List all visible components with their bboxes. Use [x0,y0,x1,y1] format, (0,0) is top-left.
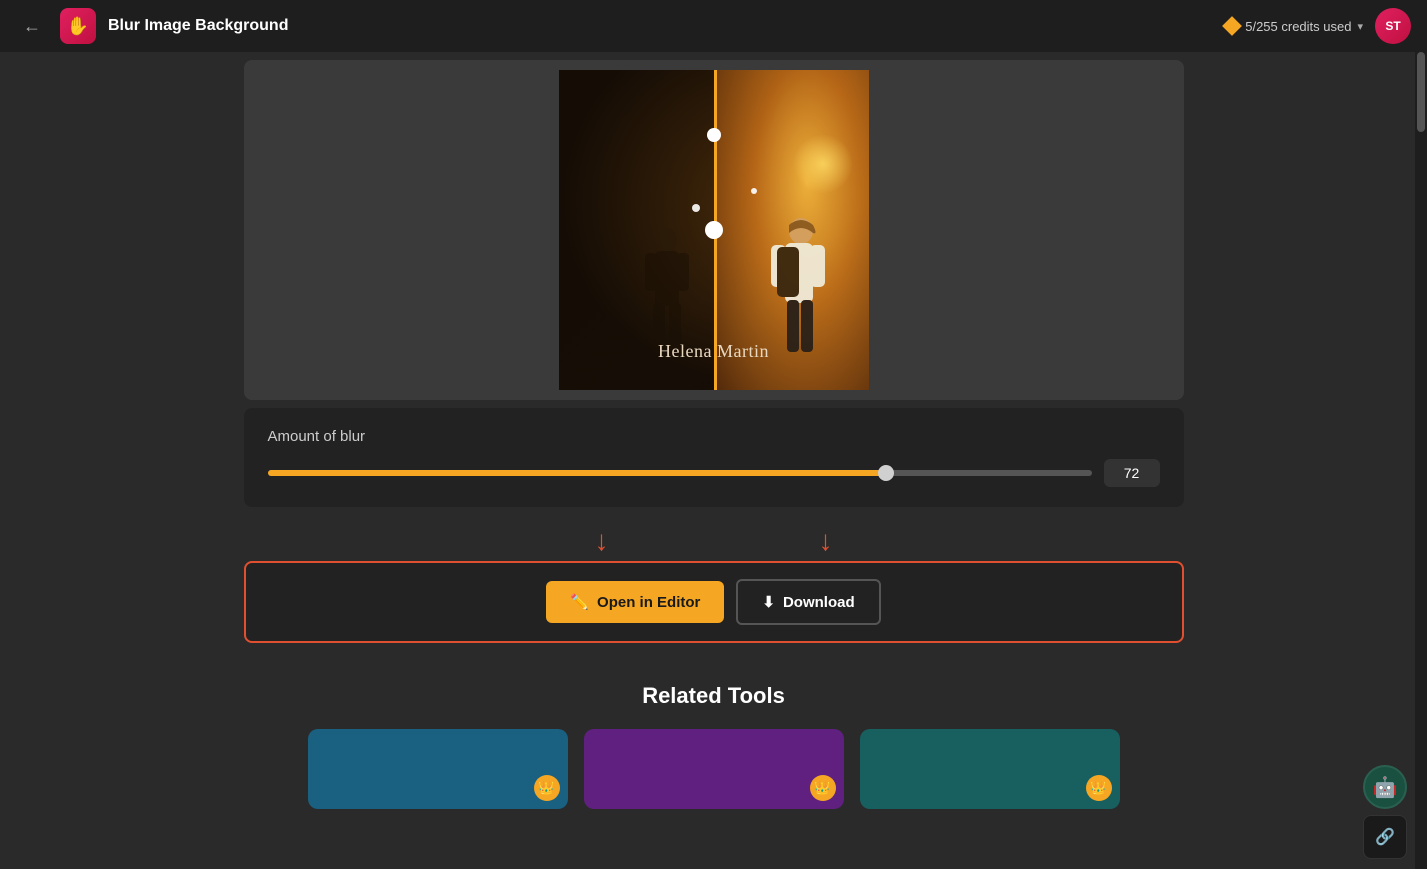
bot-icon[interactable]: 🤖 [1363,765,1407,809]
scrollbar-thumb[interactable] [1417,52,1425,132]
header: ← ✋ Blur Image Background 5/255 credits … [0,0,1427,52]
download-icon: ⬇ [762,593,775,611]
page-title: Blur Image Background [108,17,1213,35]
download-button[interactable]: ⬇ Download [736,579,880,625]
avatar[interactable]: ST [1375,8,1411,44]
slider-fill [268,470,886,476]
related-cards-list: 👑 👑 👑 [244,729,1184,809]
action-bar: ✏️ Open in Editor ⬇ Download [244,561,1184,643]
controls-panel: Amount of blur 72 [244,408,1184,507]
pencil-icon: ✏️ [570,593,589,611]
slider-value[interactable]: 72 [1104,459,1160,487]
preview-container: Helena Martin [244,60,1184,400]
slider-thumb[interactable] [878,465,894,481]
credits-text: 5/255 credits used [1245,19,1351,34]
image-comparison[interactable]: Helena Martin [559,70,869,390]
crown-icon-3: 👑 [1086,775,1112,801]
related-tools-title: Related Tools [244,683,1184,709]
main-content: Helena Martin Amount of blur 72 ↓ ↓ ✏️ O… [0,52,1427,849]
comparison-handle[interactable] [705,221,723,239]
blur-slider[interactable] [268,470,1092,476]
comparison-handle-top [707,128,721,142]
arrow-down-right: ↓ [819,527,833,555]
scrollbar[interactable] [1415,52,1427,869]
related-card-1[interactable]: 👑 [308,729,568,809]
app-logo: ✋ [60,8,96,44]
crown-icon-1: 👑 [534,775,560,801]
related-card-3[interactable]: 👑 [860,729,1120,809]
blur-slider-row: 72 [268,459,1160,487]
diamond-icon [1222,16,1242,36]
link-icon[interactable]: 🔗 [1363,815,1407,859]
blur-label: Amount of blur [268,428,1160,445]
credits-button[interactable]: 5/255 credits used ▾ [1225,19,1363,34]
related-card-2[interactable]: 👑 [584,729,844,809]
chevron-down-icon: ▾ [1357,20,1363,33]
open-in-editor-button[interactable]: ✏️ Open in Editor [546,581,724,623]
back-button[interactable]: ← [16,10,48,42]
crown-icon-2: 👑 [810,775,836,801]
logo-icon: ✋ [67,16,89,37]
arrow-down-left: ↓ [595,527,609,555]
arrow-indicators: ↓ ↓ [595,523,833,559]
related-tools-section: Related Tools 👑 👑 👑 [244,683,1184,809]
